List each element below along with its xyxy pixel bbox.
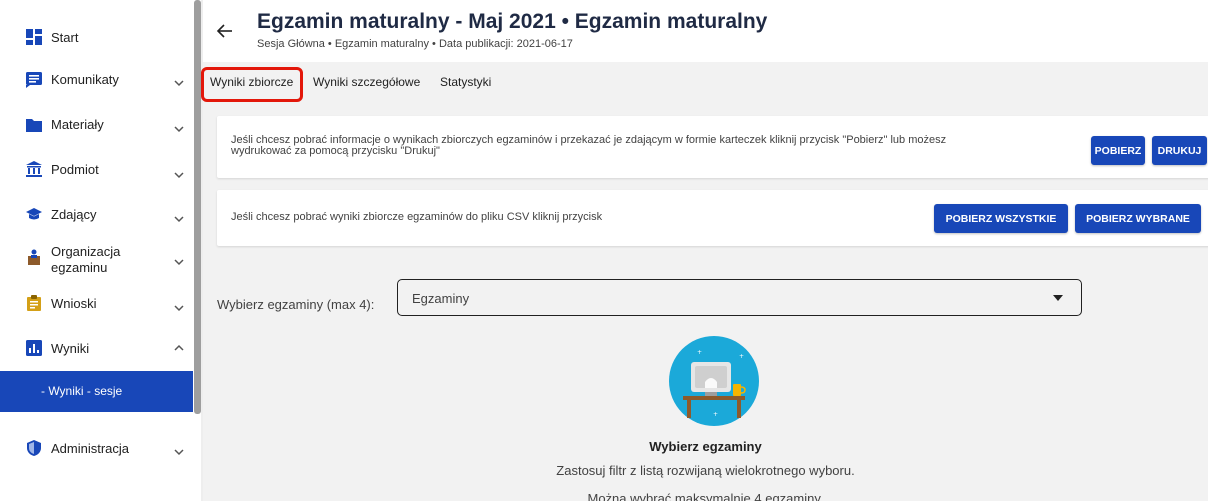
card-text: Jeśli chcesz pobrać wyniki zbiorcze egza… <box>231 211 603 223</box>
chevron-down-icon <box>174 172 184 179</box>
tab-statystyki[interactable]: Statystyki <box>440 75 491 89</box>
download-info-card: Jeśli chcesz pobrać informacje o wynikac… <box>217 116 1208 178</box>
chevron-down-icon <box>174 305 184 312</box>
sidebar-item-komunikaty[interactable]: Komunikaty <box>0 72 193 88</box>
sidebar-item-label: Zdający <box>51 207 97 222</box>
empty-state-illustration: + + + <box>669 336 759 426</box>
dashboard-icon <box>26 29 42 45</box>
csv-download-card: Jeśli chcesz pobrać wyniki zbiorcze egza… <box>217 190 1208 246</box>
download-button[interactable]: POBIERZ <box>1091 136 1145 165</box>
message-icon <box>26 72 42 88</box>
sidebar-item-start[interactable]: Start <box>0 29 193 45</box>
graduation-cap-icon <box>26 208 42 220</box>
institution-icon <box>26 161 42 177</box>
empty-state-title: Wybierz egzaminy <box>649 439 762 454</box>
clipboard-icon <box>27 295 41 311</box>
sidebar-item-label: Start <box>51 30 79 45</box>
sidebar-item-label: Organizacja <box>51 244 121 259</box>
folder-icon <box>26 119 42 132</box>
sidebar-subitem-wyniki-sesje[interactable]: - Wyniki - sesje <box>0 371 193 412</box>
sidebar-item-label: Administracja <box>51 441 130 456</box>
sidebar-item-zdajacy[interactable]: Zdający <box>0 206 193 223</box>
sidebar-scrollbar[interactable] <box>194 0 201 414</box>
chevron-down-icon <box>174 126 184 133</box>
empty-state-text: Zastosuj filtr z listą rozwijaną wielokr… <box>556 463 855 478</box>
sidebar-subitem-label: - Wyniki - sesje <box>41 384 123 398</box>
page-header: Egzamin maturalny - Maj 2021 • Egzamin m… <box>203 0 1208 62</box>
back-arrow-icon[interactable] <box>216 22 234 40</box>
chevron-up-icon <box>174 344 184 351</box>
sidebar-item-label: Wnioski <box>51 296 97 311</box>
exam-select-label: Wybierz egzaminy (max 4): <box>217 297 375 312</box>
breadcrumb: Sesja Główna • Egzamin maturalny • Data … <box>257 38 573 50</box>
chevron-down-icon <box>174 80 184 87</box>
main-content: Wyniki zbiorcze Wyniki szczegółowe Staty… <box>201 62 1208 501</box>
sidebar-item-organizacja-egzaminu[interactable]: Organizacja egzaminu <box>0 243 193 275</box>
teacher-desk-icon <box>28 249 40 265</box>
tab-wyniki-szczegolowe[interactable]: Wyniki szczegółowe <box>313 75 420 89</box>
sidebar-item-administracja[interactable]: Administracja <box>0 440 193 456</box>
svg-text:+: + <box>713 411 718 418</box>
svg-text:+: + <box>739 353 744 360</box>
download-selected-button[interactable]: POBIERZ WYBRANE <box>1075 204 1201 233</box>
sidebar-item-materialy[interactable]: Materiały <box>0 117 193 133</box>
empty-state-text: Można wybrać maksymalnie 4 egzaminy. <box>587 491 824 501</box>
sidebar: Start Komunikaty Materiały Podmiot Zdają… <box>0 0 193 501</box>
tab-wyniki-zbiorcze[interactable]: Wyniki zbiorcze <box>210 75 293 89</box>
bar-chart-icon <box>26 340 42 356</box>
svg-text:+: + <box>697 349 702 356</box>
chevron-down-icon <box>174 216 184 223</box>
sidebar-item-label: Komunikaty <box>51 72 119 87</box>
sidebar-item-wyniki[interactable]: Wyniki <box>0 340 193 356</box>
exam-select[interactable]: Egzaminy <box>397 279 1082 316</box>
sidebar-item-label: Podmiot <box>51 162 99 177</box>
card-text: wydrukować za pomocą przycisku "Drukuj" <box>231 145 440 157</box>
page-title: Egzamin maturalny - Maj 2021 • Egzamin m… <box>257 10 768 33</box>
sidebar-item-label: Materiały <box>51 117 104 132</box>
sidebar-item-podmiot[interactable]: Podmiot <box>0 161 193 179</box>
chevron-down-icon <box>174 449 184 456</box>
sidebar-item-label: egzaminu <box>51 260 108 275</box>
chevron-down-icon <box>174 259 184 266</box>
sidebar-item-wnioski[interactable]: Wnioski <box>0 295 193 312</box>
print-button[interactable]: DRUKUJ <box>1152 136 1207 165</box>
app-root: Start Komunikaty Materiały Podmiot Zdają… <box>0 0 1208 501</box>
dropdown-arrow-icon <box>1053 295 1063 301</box>
tab-bar: Wyniki zbiorcze Wyniki szczegółowe Staty… <box>201 62 1208 102</box>
download-all-button[interactable]: POBIERZ WSZYSTKIE <box>934 204 1068 233</box>
exam-select-value: Egzaminy <box>412 291 470 306</box>
sidebar-item-label: Wyniki <box>51 341 90 356</box>
shield-icon <box>27 440 41 456</box>
